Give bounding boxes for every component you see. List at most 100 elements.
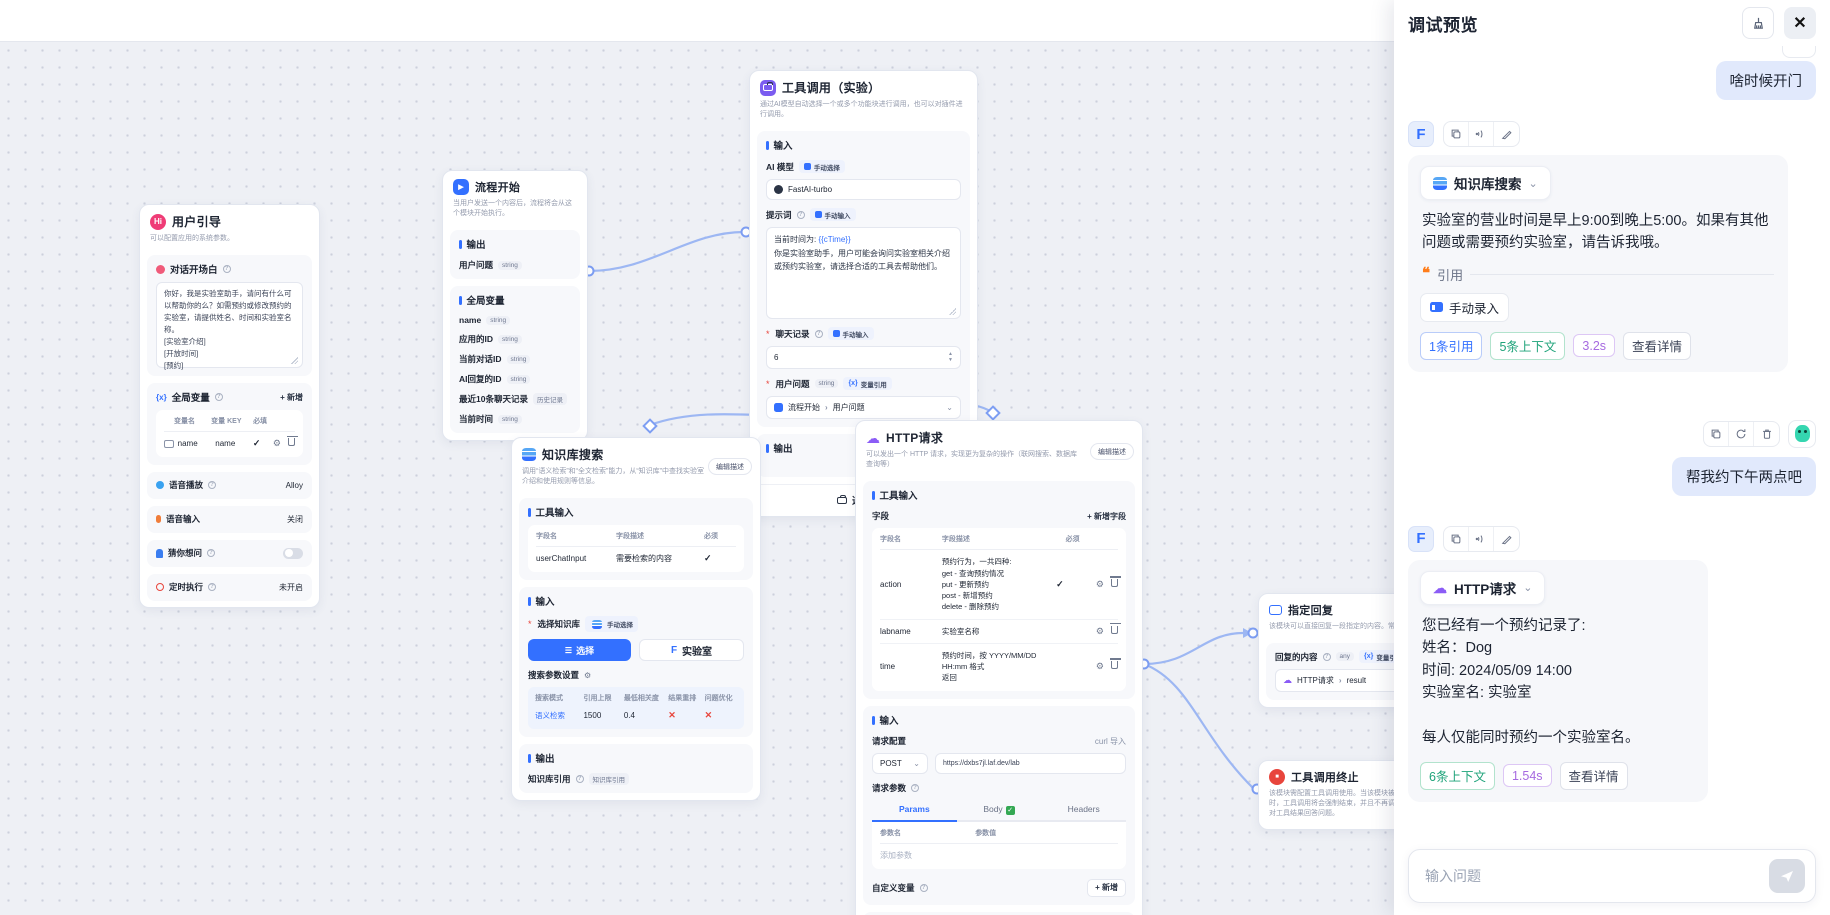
prompt-label: 提示词	[766, 209, 792, 221]
info-icon: ?	[215, 393, 223, 401]
info-icon: ?	[911, 784, 919, 792]
info-icon: ?	[207, 549, 215, 557]
field-row-labname[interactable]: labname 实验室名称 ⚙	[880, 620, 1118, 644]
field-row-action[interactable]: action 预约行为，一共四种: get - 查询预约情况 put - 更新预…	[880, 550, 1118, 619]
copy-icon[interactable]	[1444, 527, 1469, 551]
kb-select-label: 选择知识库	[538, 618, 581, 630]
context-count-badge[interactable]: 5条上下文	[1490, 332, 1565, 360]
method-select[interactable]: POST⌄	[872, 753, 928, 774]
copy-icon[interactable]	[1444, 122, 1469, 146]
variable-row[interactable]: name name ✓ ⚙	[164, 432, 295, 455]
edit-field-icon[interactable]: ⚙	[1096, 579, 1104, 590]
add-param-row[interactable]: 添加参数	[880, 844, 1118, 867]
close-panel-button[interactable]: ✕	[1784, 7, 1816, 39]
prompt-textarea[interactable]: 当前时间为: {{cTime}} 你是实验室助手，用户可能会询问实验室相关介绍或…	[766, 227, 961, 319]
gv-chat-id: 当前对话ID	[459, 353, 502, 365]
citation-count-badge[interactable]: 1条引用	[1420, 332, 1482, 360]
add-field-button[interactable]: + 新增字段	[1087, 511, 1126, 522]
node-title: 用户引导	[172, 213, 221, 230]
section-input: 输入	[774, 138, 793, 152]
voice-play-value[interactable]: Alloy	[286, 481, 303, 490]
copy-icon[interactable]	[1704, 422, 1729, 446]
read-aloud-icon[interactable]	[1469, 122, 1494, 146]
opener-label: 对话开场白	[170, 262, 218, 276]
clear-history-button[interactable]	[1742, 7, 1774, 39]
chat-input[interactable]: 输入问题	[1408, 849, 1816, 903]
stepper-icons[interactable]: ▲▼	[948, 352, 953, 363]
node-kb-search[interactable]: 知识库搜索 调用“语义检索”和“全文检索”能力，从“知识库”中查找实验室介绍和使…	[511, 437, 761, 801]
resize-handle-icon[interactable]	[949, 308, 956, 315]
send-icon	[1779, 868, 1795, 884]
tool-input-row[interactable]: userChatInput 需要检索的内容 ✓	[536, 547, 736, 570]
node-user-guide[interactable]: Hi 用户引导 可以配置应用的系统参数。 对话开场白 ? 你好，我是实验室助手，…	[139, 204, 320, 608]
edit-field-icon[interactable]: ⚙	[1096, 626, 1104, 637]
col-search-mode: 搜索模式	[535, 693, 583, 703]
retry-icon[interactable]	[1729, 422, 1754, 446]
col-required: 必须	[1066, 534, 1080, 544]
edit-variable-icon[interactable]: ⚙	[273, 438, 281, 449]
guess-ask-toggle[interactable]	[283, 548, 303, 559]
close-icon: ✕	[1793, 13, 1806, 33]
tab-headers[interactable]: Headers	[1041, 800, 1126, 821]
tab-params[interactable]: Params	[872, 800, 957, 821]
edit-description-button[interactable]: 编辑描述	[1090, 443, 1134, 460]
search-params-row: 语义检索 1500 0.4 ✕ ✕	[535, 708, 737, 727]
module-dropdown-http[interactable]: ☁ HTTP请求 ⌄	[1420, 571, 1545, 605]
read-aloud-icon[interactable]	[1469, 527, 1494, 551]
ai-model-select[interactable]: FastAI-turbo	[766, 179, 961, 200]
sparkle-icon	[804, 163, 811, 170]
resize-handle-icon[interactable]	[291, 357, 298, 364]
url-input[interactable]: https://dxbs7jl.laf.dev/lab	[935, 753, 1126, 774]
citation-source-tag[interactable]: 手动录入	[1420, 293, 1509, 322]
check-icon: ✓	[704, 553, 712, 564]
delete-field-icon[interactable]	[1111, 661, 1118, 669]
delete-field-icon[interactable]	[1111, 626, 1118, 634]
duration-badge: 3.2s	[1573, 334, 1615, 357]
edit-message-icon[interactable]	[1494, 527, 1519, 551]
gv-name: name	[459, 315, 481, 325]
opener-textarea[interactable]: 你好，我是实验室助手，请问有什么可以帮助你的么？如需预约或修改预约的实验室，请提…	[156, 282, 303, 368]
opener-icon	[156, 265, 165, 274]
tool-call-icon	[760, 80, 776, 96]
view-detail-button[interactable]: 查看详情	[1623, 332, 1691, 360]
info-icon: ?	[576, 775, 584, 783]
user-message: 啥时候开门	[1716, 61, 1817, 100]
node-flow-start[interactable]: ▶ 流程开始 当用户发送一个内容后，流程将会从这个模块开始执行。 输出 用户问题…	[442, 170, 588, 441]
kb-choose-button[interactable]: ☰选择	[528, 639, 631, 661]
toolbox-icon	[837, 497, 847, 504]
add-variable-button[interactable]: + 新增	[280, 392, 303, 403]
node-title: 流程开始	[475, 179, 520, 195]
flow-start-mini-icon	[774, 403, 783, 412]
view-detail-button[interactable]: 查看详情	[1560, 762, 1628, 790]
curl-import-link[interactable]: curl 导入	[1095, 736, 1126, 747]
ai-message-text: 您已经有一个预约记录了: 姓名：Dog 时间: 2024/05/09 14:00…	[1422, 615, 1694, 750]
edit-message-icon[interactable]	[1494, 122, 1519, 146]
history-count-input[interactable]: 6 ▲▼	[766, 346, 961, 369]
module-dropdown-kb[interactable]: 知识库搜索 ⌄	[1420, 166, 1551, 200]
field-row-time[interactable]: time 预约时间，按 YYYY/MM/DD HH:mm 格式 返回 ⚙	[880, 644, 1118, 690]
question-source-select[interactable]: 流程开始 › 用户问题 ⌄	[766, 396, 961, 419]
delete-icon[interactable]	[1754, 422, 1779, 446]
schedule-value[interactable]: 未开启	[279, 582, 303, 593]
type-tag: string	[815, 379, 839, 388]
col-field-name: 字段名	[536, 531, 616, 541]
edit-description-button[interactable]: 编辑描述	[708, 458, 752, 475]
voice-input-value[interactable]: 关闭	[287, 514, 303, 525]
delete-variable-icon[interactable]	[288, 438, 295, 446]
kb-selected-chip[interactable]: F实验室	[639, 639, 744, 661]
col-question-opt: 问题优化	[705, 693, 733, 703]
gear-icon[interactable]: ⚙	[584, 671, 591, 680]
edit-field-icon[interactable]: ⚙	[1096, 661, 1104, 672]
delete-field-icon[interactable]	[1111, 579, 1118, 587]
ctime-variable: {{cTime}}	[818, 235, 850, 244]
add-custom-var-button[interactable]: + 新增	[1087, 879, 1126, 897]
type-tag: string	[486, 316, 510, 325]
variables-icon: {x}	[156, 393, 167, 402]
request-params-label: 请求参数	[872, 782, 906, 794]
send-button[interactable]	[1769, 859, 1805, 893]
search-params-label: 搜索参数设置	[528, 669, 579, 681]
node-title: 指定回复	[1288, 602, 1333, 618]
context-count-badge[interactable]: 6条上下文	[1420, 762, 1495, 790]
tab-body[interactable]: Body✓	[957, 800, 1042, 821]
node-http-request[interactable]: ☁ HTTP请求 可以发出一个 HTTP 请求，实现更为复杂的操作（联网搜索、数…	[855, 420, 1143, 915]
